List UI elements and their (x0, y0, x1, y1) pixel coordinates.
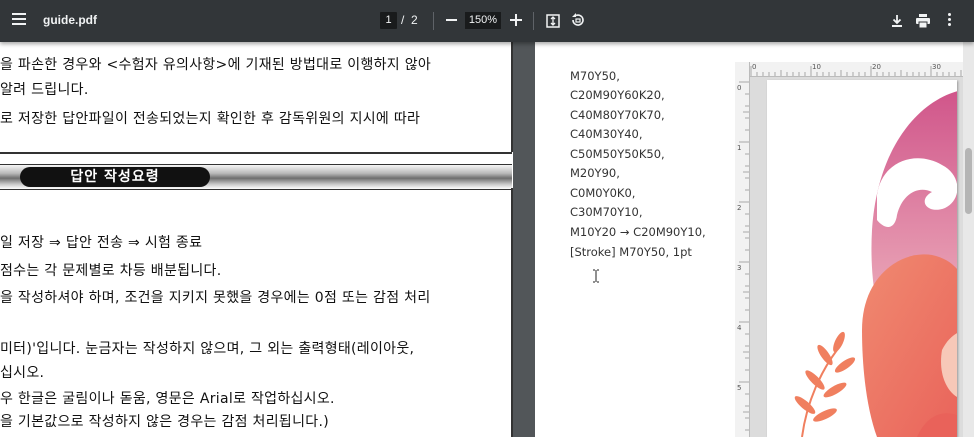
page-number-input[interactable]: 1 (380, 12, 397, 29)
instruction-line: 우 한글은 굴림이나 돋움, 영문은 Arial로 작업하십시오. (0, 391, 335, 407)
instruction-line: 을 작성하셔야 하며, 조건을 지키지 못했을 경우에는 0점 또는 감점 처리 (0, 290, 431, 306)
color-spec-line: C20M90Y60K20, (570, 88, 665, 102)
instruction-line: 을 기본값으로 작성하지 않은 경우는 감점 처리됩니다.) (0, 414, 329, 430)
art-coral-shape (862, 254, 957, 437)
instruction-line: 로 저장한 답안파일이 전송되었는지 확인한 후 감독위원의 지시에 따라 (0, 111, 421, 127)
color-spec-line: [Stroke] M70Y50, 1pt (570, 245, 692, 259)
instruction-line: 알려 드립니다. (0, 82, 89, 98)
text-cursor-icon (592, 268, 600, 283)
page-total: 2 (411, 13, 418, 27)
pdf-page-1: 을 파손한 경우와 <수험자 유의사항>에 기재된 방법대로 이행하지 않아 알… (0, 42, 513, 437)
color-spec-line: M20Y90, (570, 166, 620, 180)
instruction-line: 일 저장 ⇒ 답안 전송 ⇒ 시험 종료 (0, 235, 203, 251)
box-border-right (511, 188, 513, 437)
section-title: 답안 작성요령 (20, 167, 210, 187)
section-header-bar: 답안 작성요령 (0, 164, 512, 190)
ruler-horizontal: 0 10 20 30 (735, 62, 974, 77)
artboard (767, 80, 957, 437)
box-border-right (511, 42, 513, 152)
color-spec-line: C30M70Y10, (570, 205, 643, 219)
print-icon[interactable] (915, 13, 931, 29)
color-spec-line: C0M0Y0K0, (570, 186, 636, 200)
minus-icon[interactable] (446, 19, 457, 21)
art-leaf-branch (794, 331, 856, 437)
instruction-line: 점수는 각 문제별로 차등 배분됩니다. (0, 263, 222, 279)
pdf-toolbar: guide.pdf 1 / 2 150% (0, 0, 974, 42)
plus-icon[interactable] (510, 14, 522, 26)
box-border-bottom (0, 152, 512, 154)
document-title: guide.pdf (43, 13, 97, 27)
download-icon[interactable] (890, 13, 904, 27)
toolbar-divider (433, 12, 434, 30)
scrollbar-thumb[interactable] (965, 148, 972, 214)
more-vert-icon[interactable] (948, 13, 952, 27)
color-spec-line: C50M50Y50K50, (570, 147, 665, 161)
vertical-scrollbar[interactable] (963, 42, 974, 437)
pdf-page-2: M70Y50, C20M90Y60K20, C40M80Y70K70, C40M… (535, 42, 974, 437)
instruction-line: 을 파손한 경우와 <수험자 유의사항>에 기재된 방법대로 이행하지 않아 (0, 57, 432, 73)
ruler-vertical: 0 1 2 3 4 5 (735, 62, 750, 437)
color-spec-line: M70Y50, (570, 69, 620, 83)
rotate-icon[interactable] (570, 12, 586, 28)
toolbar-divider (533, 12, 534, 30)
fit-page-icon[interactable] (546, 13, 560, 28)
instruction-line: 미터)'입니다. 눈금자는 작성하지 않으며, 그 외는 출력형태(레이아웃, (0, 341, 415, 357)
menu-icon[interactable] (12, 13, 26, 25)
color-spec-line: C40M80Y70K70, (570, 108, 665, 122)
zoom-input[interactable]: 150% (465, 12, 501, 29)
color-spec-line: C40M30Y40, (570, 127, 643, 141)
page-separator: / (401, 13, 405, 27)
color-spec-line: M10Y20 → C20M90Y10, (570, 225, 706, 239)
instruction-line: 십시오. (0, 365, 45, 381)
